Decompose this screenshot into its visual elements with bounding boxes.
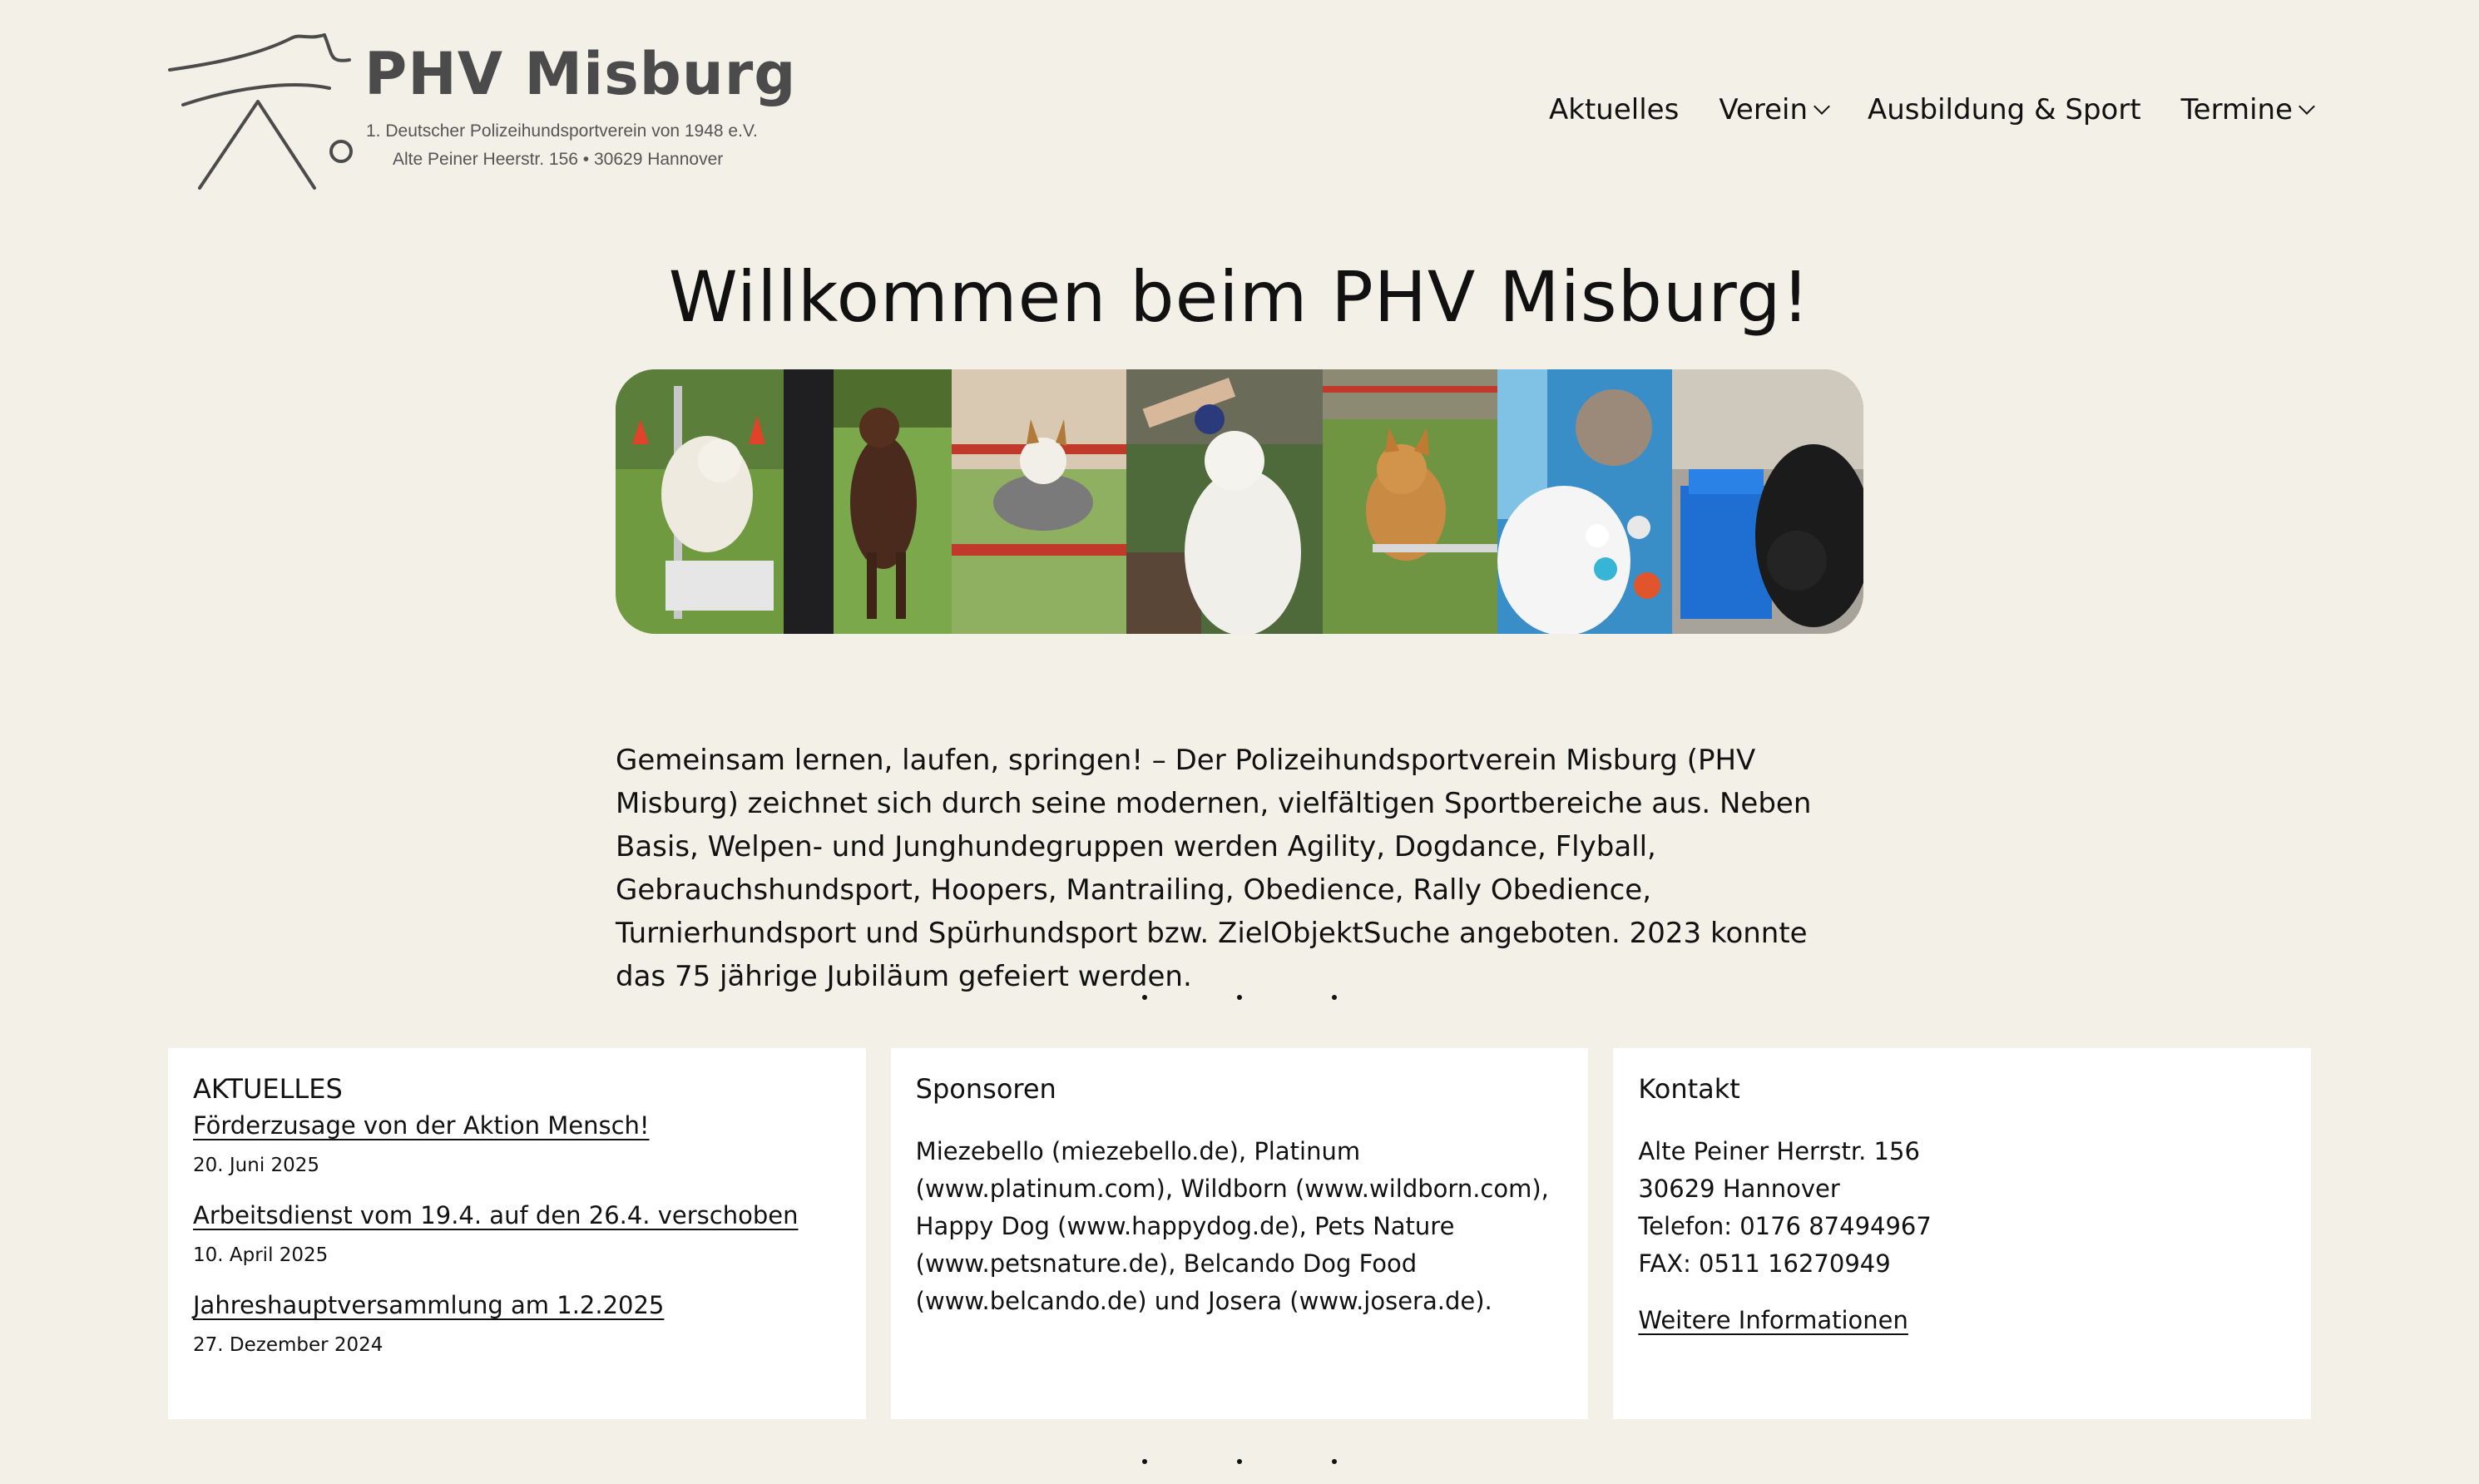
contact-card: Kontakt Alte Peiner Herrstr. 156 30629 H… [1613, 1048, 2312, 1419]
nav-item-label: Termine [2180, 93, 2293, 126]
nav-item-label: Verein [1719, 93, 1808, 126]
sponsors-card: Sponsoren Miezebello (miezebello.de), Pl… [890, 1048, 1589, 1419]
sponsors-heading: Sponsoren [915, 1073, 1056, 1105]
contact-details: Alte Peiner Herrstr. 156 30629 Hannover … [1638, 1133, 2286, 1283]
dog-jump-logo-icon [168, 33, 353, 190]
nav-item-label: Ausbildung & Sport [1868, 93, 2141, 126]
logo-tagline: 1. Deutscher Polizeihundsportverein von … [366, 121, 758, 141]
nav-item-aktuelles[interactable]: Aktuelles [1549, 93, 1679, 126]
photo-white-dog-agility [616, 369, 784, 634]
intro-text: Gemeinsam lernen, laufen, springen! – De… [616, 744, 1812, 993]
photo-brown-dog-handler [784, 369, 952, 634]
nav-item-ausbildung-sport[interactable]: Ausbildung & Sport [1868, 93, 2141, 126]
chevron-down-icon [1813, 98, 1830, 115]
photo-aussie-balls [1497, 369, 1672, 634]
news-heading: AKTUELLES [193, 1073, 343, 1105]
news-item-date: 20. Juni 2025 [193, 1155, 320, 1176]
contact-heading: Kontakt [1638, 1073, 1740, 1105]
nav-item-termine[interactable]: Termine [2180, 93, 2315, 126]
sponsors-text: Miezebello (miezebello.de), Platinum (ww… [915, 1137, 1549, 1315]
logo-name: PHV Misburg [364, 40, 797, 108]
news-item-date: 27. Dezember 2024 [193, 1334, 383, 1356]
news-item-link[interactable]: Jahreshauptversammlung am 1.2.2025 [193, 1291, 841, 1319]
news-item-link[interactable]: Arbeitsdienst vom 19.4. auf den 26.4. ve… [193, 1201, 841, 1229]
photo-black-dog-toy [1672, 369, 1863, 634]
news-card: AKTUELLES Förderzusage von der Aktion Me… [168, 1048, 866, 1419]
logo-address: Alte Peiner Heerstr. 156 • 30629 Hannove… [393, 150, 724, 169]
contact-fax: FAX: 0511 16270949 [1638, 1249, 1891, 1278]
photo-corgi-running [1323, 369, 1497, 634]
more-info-link[interactable]: Weitere Informationen [1638, 1306, 1908, 1334]
separator-dots [0, 995, 2479, 1000]
site-logo[interactable]: PHV Misburg 1. Deutscher Polizeihundspor… [166, 30, 795, 196]
main-nav: Aktuelles Verein Ausbildung & Sport Term… [1549, 93, 2315, 126]
photo-poodle-high-five [1126, 369, 1323, 634]
news-item-link[interactable]: Förderzusage von der Aktion Mensch! [193, 1111, 841, 1140]
nav-item-label: Aktuelles [1549, 93, 1680, 126]
contact-phone: Telefon: 0176 87494967 [1638, 1212, 1932, 1240]
info-cards: AKTUELLES Förderzusage von der Aktion Me… [168, 1048, 2312, 1419]
dog-photo-collage [616, 369, 1863, 634]
contact-city: 30629 Hannover [1638, 1175, 1840, 1203]
separator-dots-bottom [0, 1459, 2479, 1464]
page-title: Willkommen beim PHV Misburg! [668, 256, 1811, 338]
chevron-down-icon [2298, 98, 2315, 115]
photo-jack-russell-jump [952, 369, 1126, 634]
nav-item-verein[interactable]: Verein [1719, 93, 1830, 126]
contact-street: Alte Peiner Herrstr. 156 [1638, 1137, 1920, 1165]
news-item-date: 10. April 2025 [193, 1244, 329, 1266]
